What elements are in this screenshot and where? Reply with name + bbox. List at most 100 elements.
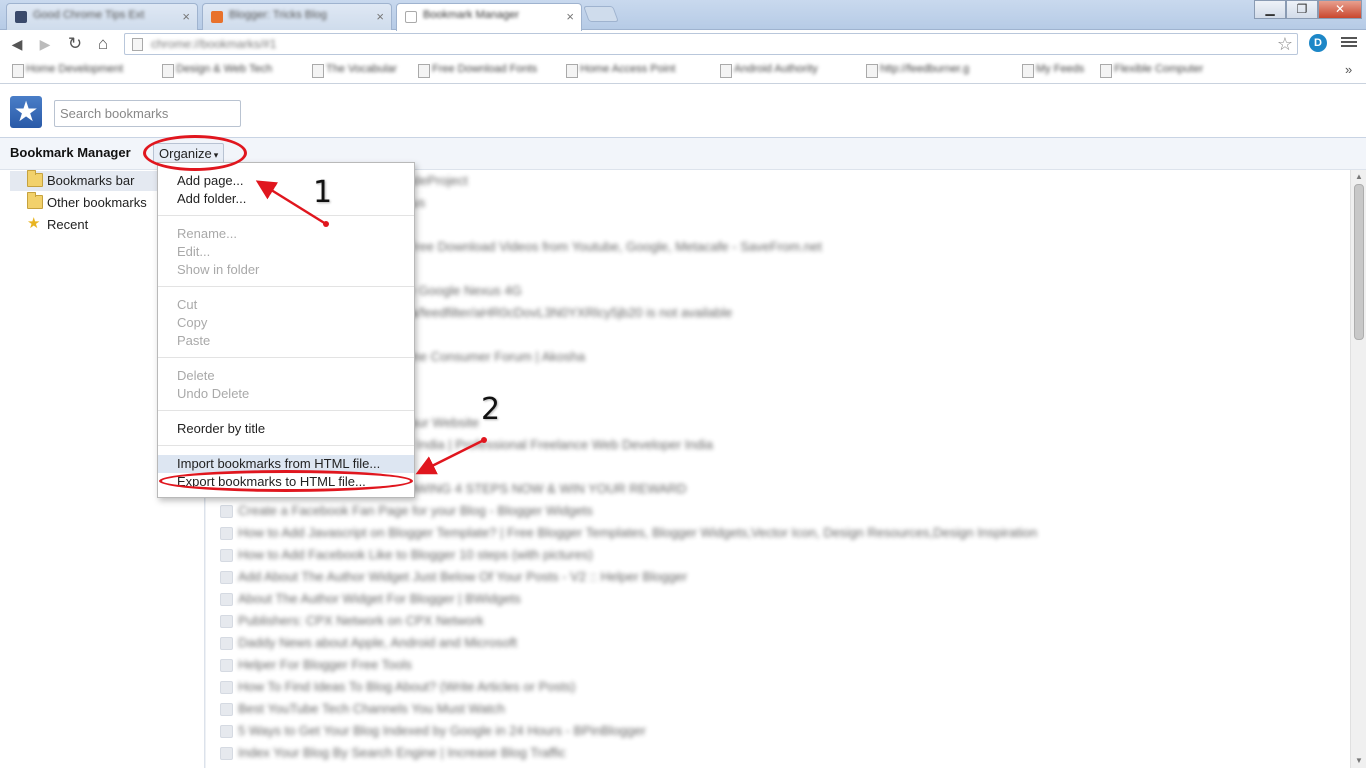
list-item-title: How To Find Ideas To Blog About? (Write … (238, 679, 576, 694)
list-item-title: Best YouTube Tech Channels You Must Watc… (238, 701, 505, 716)
tab-favicon-icon (15, 11, 27, 23)
tree-item-bookmarks-bar[interactable]: Bookmarks bar (10, 170, 160, 191)
list-item[interactable]: How to Add Facebook Like to Blogger 10 s… (216, 544, 593, 566)
menu-add-page[interactable]: Add page... (158, 172, 414, 190)
tab-strip: Good Chrome Tips Ext × Blogger: Tricks Blo… (0, 0, 1366, 31)
maximize-button[interactable]: ❐ (1286, 0, 1318, 19)
list-item-title: How to Add Javascript on Blogger Templat… (238, 525, 1038, 540)
folder-icon (27, 170, 43, 187)
bookmarks-bar-item[interactable]: Home Development (12, 63, 123, 78)
annotation-number-1: 1 (313, 175, 333, 210)
menu-cut[interactable]: Cut (158, 296, 414, 314)
bookmarks-bar-item-label: Design & Web Tech (176, 63, 273, 75)
tab-1[interactable]: Good Chrome Tips Ext × (6, 3, 198, 30)
bookmarks-bar-item[interactable]: Home Access Point (566, 63, 675, 78)
annotation-number-2: 2 (481, 392, 501, 427)
list-item[interactable]: Add About The Author Widget Just Below O… (216, 566, 687, 588)
menu-paste[interactable]: Paste (158, 332, 414, 350)
menu-separator (158, 215, 414, 216)
bookmark-star-icon[interactable]: ☆ (1277, 34, 1293, 55)
list-item-title: Index Your Blog By Search Engine | Incre… (238, 745, 566, 760)
tab-title: Good Chrome Tips Ext (33, 9, 145, 21)
menu-undo-delete[interactable]: Undo Delete (158, 385, 414, 403)
tree-item-other-bookmarks[interactable]: Other bookmarks (10, 192, 147, 213)
new-tab-button[interactable] (583, 6, 619, 22)
bookmarks-bar-item[interactable]: http://feedburner.g (866, 63, 970, 78)
menu-reorder-by-title[interactable]: Reorder by title (158, 420, 414, 438)
tab-2[interactable]: Blogger: Tricks Blog × (202, 3, 392, 30)
list-item-title: Create a Facebook Fan Page for your Blog… (238, 503, 593, 518)
forward-icon[interactable]: ▶ (36, 35, 54, 53)
bookmarks-bar-item[interactable]: Design & Web Tech (162, 63, 273, 78)
list-scrollbar[interactable]: ▲ ▼ (1350, 170, 1366, 768)
list-item[interactable]: 5 Ways to Get Your Blog Indexed by Googl… (216, 720, 646, 742)
list-item[interactable]: How to Add Javascript on Blogger Templat… (216, 522, 1037, 544)
tab-favicon-icon (211, 11, 223, 23)
back-icon[interactable]: ◀ (8, 35, 26, 53)
close-window-button[interactable]: ✕ (1318, 0, 1362, 19)
list-item[interactable]: Publishers: CPX Network on CPX Network (216, 610, 484, 632)
menu-add-folder[interactable]: Add folder... (158, 190, 414, 208)
list-item[interactable]: About The Author Widget For Blogger | BW… (216, 588, 521, 610)
bookmarks-bar-item[interactable]: My Feeds (1022, 63, 1085, 78)
menu-separator (158, 445, 414, 446)
star-icon: ★ (27, 215, 41, 232)
list-item[interactable]: Index Your Blog By Search Engine | Incre… (216, 742, 566, 764)
bookmarks-bar-item-label: Android Authority (734, 63, 818, 75)
tab-close-icon[interactable]: × (566, 9, 574, 24)
organize-menu: Add page... Add folder... Rename... Edit...… (157, 162, 415, 498)
list-item-title: Daddy News about Apple, Android and Micr… (238, 635, 517, 650)
minimize-button[interactable]: ▁ (1254, 0, 1286, 19)
list-item-title: Add About The Author Widget Just Below O… (238, 569, 688, 584)
bookmarks-bar-item[interactable]: Android Authority (720, 63, 818, 78)
list-item[interactable]: Best YouTube Tech Channels You Must Watc… (216, 698, 505, 720)
tab-3[interactable]: Bookmark Manager × (396, 3, 582, 31)
list-item-title: About The Author Widget For Blogger | BW… (238, 591, 521, 606)
bookmarks-bar-item[interactable]: Flexible Computer (1100, 63, 1204, 78)
bookmarks-bar-item-label: The Vocabular (326, 63, 397, 75)
list-item[interactable]: Helper For Blogger Free Tools (216, 654, 412, 676)
bookmarks-bar-item-label: Flexible Computer (1114, 63, 1204, 75)
scroll-thumb[interactable] (1354, 184, 1364, 340)
scroll-down-icon[interactable]: ▼ (1351, 754, 1366, 768)
window-controls: ▁ ❐ ✕ (1254, 0, 1362, 19)
screen: Good Chrome Tips Ext × Blogger: Tricks Blo… (0, 0, 1366, 768)
bookmarks-bar-more-icon[interactable]: » (1345, 62, 1352, 77)
annotation-ellipse-export (159, 470, 413, 492)
menu-separator (158, 357, 414, 358)
menu-edit[interactable]: Edit... (158, 243, 414, 261)
search-bookmarks-input[interactable] (54, 100, 241, 127)
bookmarks-bar-item[interactable]: Free Download Fonts (418, 63, 538, 78)
home-icon[interactable]: ⌂ (94, 35, 112, 53)
tree-item-label: Other bookmarks (47, 195, 147, 210)
list-item[interactable]: How To Find Ideas To Blog About? (Write … (216, 676, 575, 698)
bookmark-manager-logo-icon: ★ (10, 96, 42, 128)
tab-close-icon[interactable]: × (376, 9, 384, 24)
bookmarks-bar-item-label: My Feeds (1036, 63, 1085, 75)
list-item-title: Publishers: CPX Network on CPX Network (238, 613, 484, 628)
tree-item-recent[interactable]: ★ Recent (10, 215, 88, 235)
scroll-up-icon[interactable]: ▲ (1351, 170, 1366, 184)
menu-separator (158, 286, 414, 287)
tab-favicon-icon (405, 11, 417, 23)
reload-icon[interactable]: ↻ (66, 35, 84, 53)
menu-copy[interactable]: Copy (158, 314, 414, 332)
list-item[interactable]: Daddy News about Apple, Android and Micr… (216, 632, 517, 654)
tree-item-label: Recent (47, 217, 89, 232)
menu-show-in-folder[interactable]: Show in folder (158, 261, 414, 279)
list-item[interactable]: Create a Facebook Fan Page for your Blog… (216, 500, 593, 522)
bookmarks-bar-item-label: http://feedburner.g (880, 63, 970, 75)
bookmarks-bar-item-label: Free Download Fonts (432, 63, 538, 75)
menu-delete[interactable]: Delete (158, 367, 414, 385)
tab-close-icon[interactable]: × (182, 9, 190, 24)
menu-rename[interactable]: Rename... (158, 225, 414, 243)
address-text: chrome://bookmarks/#1 (151, 37, 277, 51)
annotation-ellipse-organize (143, 135, 247, 171)
settings-menu-icon[interactable] (1341, 35, 1357, 51)
extension-icon[interactable]: D (1309, 34, 1327, 52)
address-bar[interactable]: chrome://bookmarks/#1 ☆ (124, 33, 1298, 55)
tab-title: Bookmark Manager (423, 9, 519, 21)
bookmarks-bar-item[interactable]: The Vocabular (312, 63, 397, 78)
tab-title: Blogger: Tricks Blog (229, 9, 327, 21)
tree-item-label: Bookmarks bar (47, 173, 135, 188)
